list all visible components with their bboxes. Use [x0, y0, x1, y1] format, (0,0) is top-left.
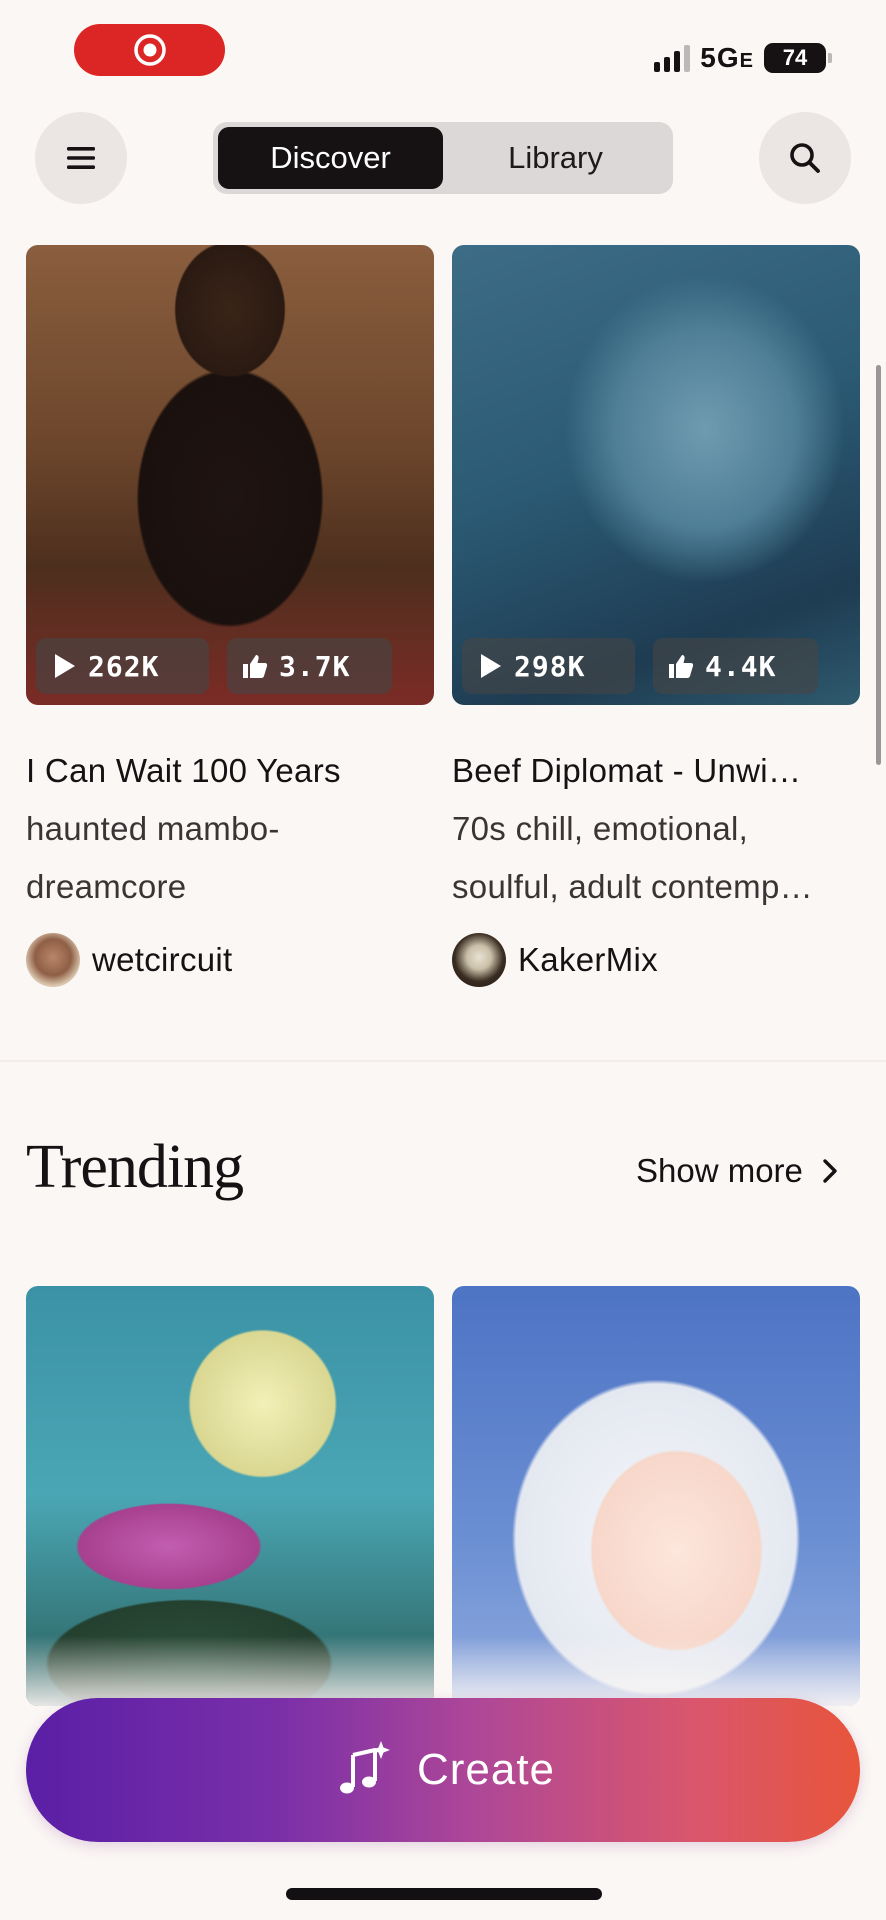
thumbs-up-icon	[243, 655, 268, 678]
song-cover-image[interactable]	[26, 1286, 434, 1706]
avatar	[452, 933, 506, 987]
chevron-right-icon	[823, 1159, 837, 1183]
play-count-badge: 298K	[462, 638, 635, 694]
song-cover-image[interactable]: 262K 3.7K	[26, 245, 434, 705]
like-count-badge: 4.4K	[653, 638, 818, 694]
menu-button[interactable]	[35, 112, 127, 204]
search-button[interactable]	[759, 112, 851, 204]
tab-discover[interactable]: Discover	[218, 127, 443, 189]
song-cover-image[interactable]	[452, 1286, 860, 1706]
thumbs-up-icon	[669, 655, 694, 678]
create-button-label: Create	[416, 1745, 556, 1794]
like-count-badge: 3.7K	[227, 638, 392, 694]
status-bar: 5GE 74	[0, 0, 886, 100]
author-name: wetcircuit	[92, 941, 233, 978]
create-button[interactable]: Create	[26, 1698, 860, 1842]
screen-recording-indicator[interactable]	[74, 24, 225, 76]
play-count-badge: 262K	[36, 638, 209, 694]
song-author[interactable]: KakerMix	[452, 933, 658, 987]
network-type: 5GE	[700, 42, 754, 73]
song-title[interactable]: I Can Wait 100 Years	[26, 752, 436, 790]
battery-level: 74	[782, 45, 808, 70]
play-icon	[55, 654, 75, 678]
search-icon	[790, 143, 820, 173]
record-icon	[133, 34, 166, 66]
avatar	[26, 933, 80, 987]
music-sparkle-icon	[339, 1741, 390, 1794]
song-cover-image[interactable]: 298K 4.4K	[452, 245, 860, 705]
show-more-link[interactable]: Show more	[636, 1152, 843, 1190]
section-title-trending: Trending	[26, 1133, 244, 1201]
battery-icon: 74	[764, 43, 832, 73]
song-style-description: 70s chill, emotional, soulful, adult con…	[452, 810, 813, 905]
section-divider	[0, 1060, 886, 1062]
song-author[interactable]: wetcircuit	[26, 933, 233, 987]
song-title[interactable]: Beef Diplomat - Unwi…	[452, 752, 862, 790]
play-icon	[481, 654, 501, 678]
discover-library-toggle: Discover Library	[213, 122, 673, 194]
signal-strength-icon	[654, 44, 691, 72]
scrollbar[interactable]	[876, 365, 881, 765]
tab-library[interactable]: Library	[443, 127, 668, 189]
author-name: KakerMix	[518, 941, 658, 978]
home-indicator[interactable]	[286, 1888, 602, 1900]
hamburger-menu-icon	[67, 147, 95, 169]
song-style-description: haunted mambo- dreamcore	[26, 810, 280, 905]
